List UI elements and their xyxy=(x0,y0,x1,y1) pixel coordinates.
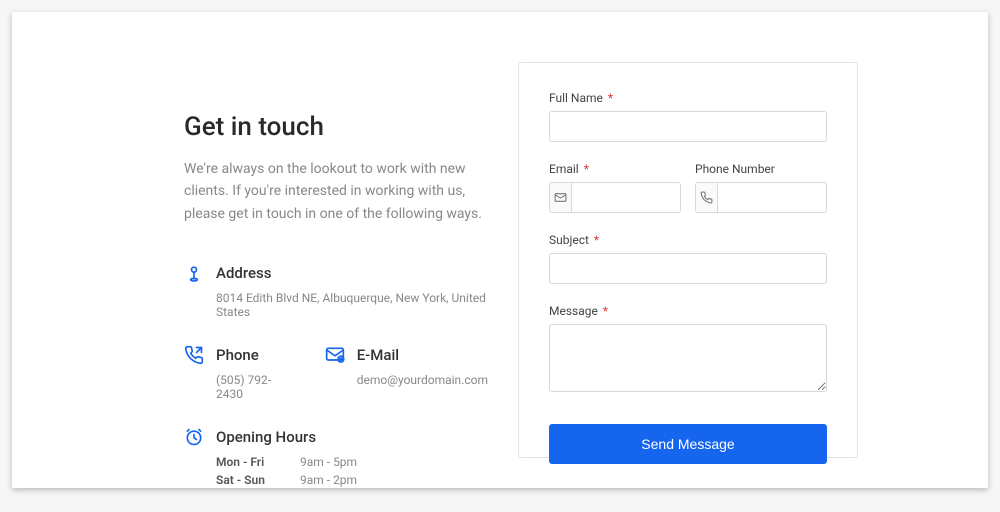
phone-value: (505) 792-2430 xyxy=(184,373,275,401)
subject-label: Subject * xyxy=(549,233,827,247)
map-pin-icon xyxy=(184,263,204,283)
email-title: E-Mail xyxy=(357,346,399,364)
mail-at-icon xyxy=(325,345,345,365)
phone-block: Phone (505) 792-2430 xyxy=(184,345,275,401)
hours-days: Sat - Sun xyxy=(216,473,276,487)
hours-times: 9am - 5pm xyxy=(300,455,357,469)
full-name-label: Full Name * xyxy=(549,91,827,105)
message-label: Message * xyxy=(549,304,827,318)
intro-text: We're always on the lookout to work with… xyxy=(184,158,484,225)
phone-icon xyxy=(695,182,717,213)
message-textarea[interactable] xyxy=(549,324,827,392)
full-name-field-wrap: Full Name * xyxy=(549,91,827,142)
address-title: Address xyxy=(216,264,272,282)
subject-input[interactable] xyxy=(549,253,827,284)
full-name-input[interactable] xyxy=(549,111,827,142)
address-value: 8014 Edith Blvd NE, Albuquerque, New Yor… xyxy=(184,291,488,319)
hours-row: Mon - Fri 9am - 5pm xyxy=(184,455,488,469)
hours-days: Mon - Fri xyxy=(216,455,276,469)
send-message-button[interactable]: Send Message xyxy=(549,424,827,464)
contact-card: Get in touch We're always on the lookout… xyxy=(12,12,988,488)
contact-info-panel: Get in touch We're always on the lookout… xyxy=(12,62,518,458)
email-block: E-Mail demo@yourdomain.com xyxy=(325,345,488,401)
phone-field-wrap: Phone Number xyxy=(695,162,827,213)
subject-field-wrap: Subject * xyxy=(549,233,827,284)
address-block: Address 8014 Edith Blvd NE, Albuquerque,… xyxy=(184,263,488,319)
hours-title: Opening Hours xyxy=(216,428,316,446)
hours-block: Opening Hours Mon - Fri 9am - 5pm Sat - … xyxy=(184,427,488,487)
email-label: Email * xyxy=(549,162,681,176)
mail-icon xyxy=(549,182,571,213)
message-field-wrap: Message * xyxy=(549,304,827,396)
phone-input[interactable] xyxy=(717,182,827,213)
hours-row: Sat - Sun 9am - 2pm xyxy=(184,473,488,487)
contact-form-panel: Full Name * Email * Phone Number xyxy=(518,62,858,458)
email-input[interactable] xyxy=(571,182,681,213)
phone-out-icon xyxy=(184,345,204,365)
clock-icon xyxy=(184,427,204,447)
phone-title: Phone xyxy=(216,346,259,364)
email-field-wrap: Email * xyxy=(549,162,681,213)
page-title: Get in touch xyxy=(184,112,488,142)
hours-times: 9am - 2pm xyxy=(300,473,357,487)
email-value: demo@yourdomain.com xyxy=(325,373,488,387)
phone-label: Phone Number xyxy=(695,162,827,176)
